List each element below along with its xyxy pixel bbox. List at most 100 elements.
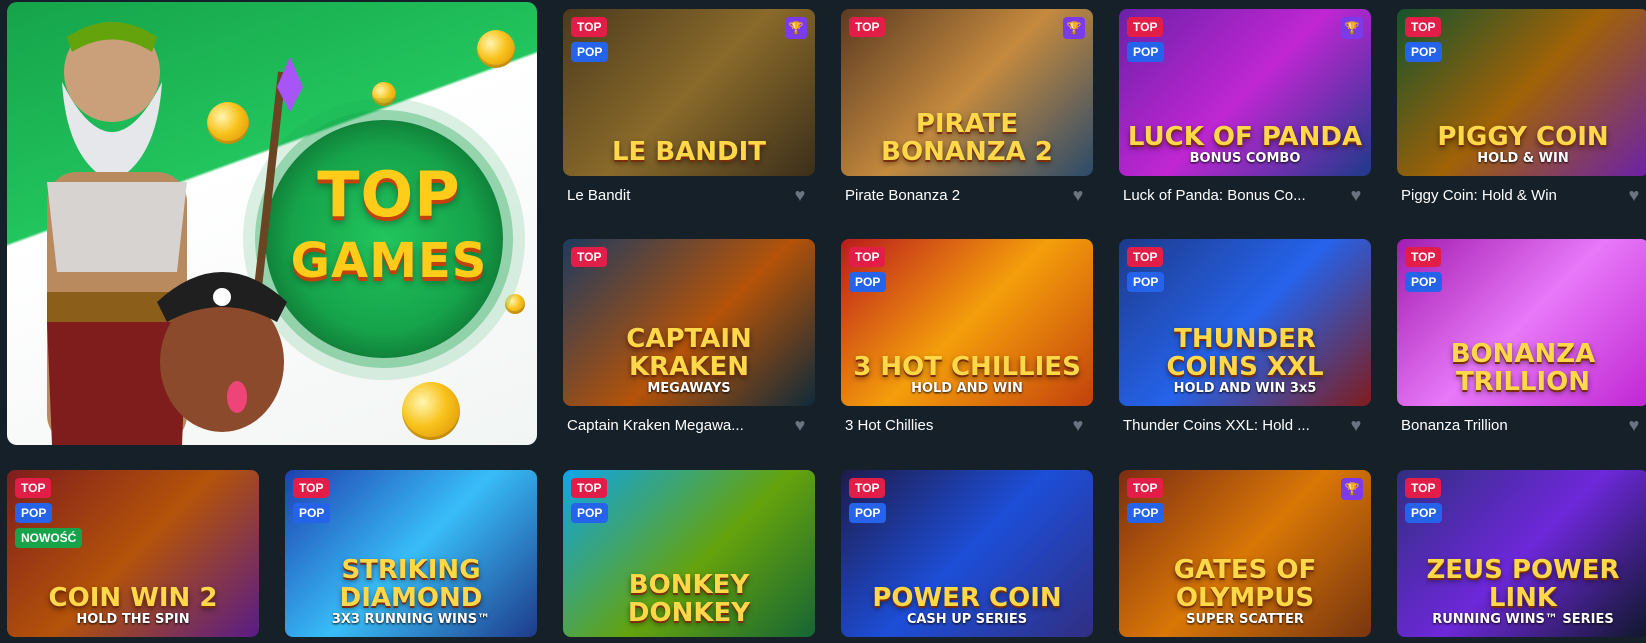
badge-pop: POP: [571, 42, 609, 62]
game-card[interactable]: COIN WIN 2 HOLD THE SPIN TOP POP NOWOŚĆ: [7, 470, 259, 637]
game-art-title: PIGGY COIN HOLD & WIN: [1403, 123, 1643, 166]
game-thumbnail[interactable]: POWER COIN CASH UP SERIES TOP POP: [841, 470, 1093, 637]
game-art-title-text: LUCK OF PANDA: [1127, 122, 1363, 152]
heart-icon[interactable]: ♥: [1067, 184, 1089, 206]
game-card[interactable]: 3 HOT CHILLIES HOLD AND WIN TOP POP 3 Hot Ch…: [841, 239, 1093, 446]
game-art-title-text: CAPTAIN KRAKEN: [626, 324, 752, 382]
game-card[interactable]: LE BANDIT TOP POP 🏆 Le Bandit ♥: [563, 9, 815, 216]
game-art-subtitle: RUNNING WINS™ SERIES: [1432, 612, 1614, 627]
game-art-subtitle: HOLD & WIN: [1477, 151, 1569, 166]
badge-pop: POP: [1127, 42, 1165, 62]
game-thumbnail[interactable]: STRIKING DIAMOND 3X3 RUNNING WINS™ TOP POP: [285, 470, 537, 637]
game-thumbnail[interactable]: PIRATE BONANZA 2 TOP 🏆: [841, 9, 1093, 176]
game-art-title: ZEUS POWER LINK RUNNING WINS™ SERIES: [1403, 556, 1643, 627]
game-name[interactable]: Captain Kraken Megawa...: [567, 417, 777, 434]
coin-decoration: [477, 30, 515, 68]
heart-icon[interactable]: ♥: [789, 414, 811, 436]
game-thumbnail[interactable]: COIN WIN 2 HOLD THE SPIN TOP POP NOWOŚĆ: [7, 470, 259, 637]
game-art-title-text: LE BANDIT: [611, 137, 767, 167]
game-name[interactable]: 3 Hot Chillies: [845, 417, 1055, 434]
heart-icon[interactable]: ♥: [789, 184, 811, 206]
game-art-title-text: PIRATE BONANZA 2: [881, 109, 1053, 167]
heart-icon[interactable]: ♥: [1623, 184, 1645, 206]
game-art-title: BONKEY DONKEY: [569, 571, 809, 627]
badge-top: TOP: [849, 17, 886, 37]
heart-icon[interactable]: ♥: [1345, 184, 1367, 206]
game-name[interactable]: Le Bandit: [567, 187, 777, 204]
badge-new: NOWOŚĆ: [15, 528, 83, 548]
badge-pop: POP: [849, 503, 887, 523]
game-card[interactable]: STRIKING DIAMOND 3X3 RUNNING WINS™ TOP POP: [285, 470, 537, 637]
game-art-title-text: ZEUS POWER LINK: [1426, 555, 1620, 613]
game-art-title: COIN WIN 2 HOLD THE SPIN: [13, 584, 253, 627]
badge-top: TOP: [1405, 17, 1442, 37]
game-art-subtitle: HOLD AND WIN 3x5: [1173, 381, 1317, 396]
badge-top: TOP: [1127, 247, 1164, 267]
game-art-title-text: GATES OF OLYMPUS: [1173, 555, 1317, 613]
badge-pop: POP: [571, 503, 609, 523]
game-art-title: 3 HOT CHILLIES HOLD AND WIN: [847, 353, 1087, 396]
trophy-icon: 🏆: [785, 17, 807, 39]
game-thumbnail[interactable]: PIGGY COIN HOLD & WIN TOP POP: [1397, 9, 1646, 176]
game-meta: Luck of Panda: Bonus Co... ♥: [1119, 176, 1371, 216]
game-card[interactable]: GATES OF OLYMPUS SUPER SCATTER TOP POP 🏆: [1119, 470, 1371, 637]
heart-icon[interactable]: ♥: [1067, 414, 1089, 436]
game-name[interactable]: Thunder Coins XXL: Hold ...: [1123, 417, 1333, 434]
game-card[interactable]: BONKEY DONKEY TOP POP: [563, 470, 815, 637]
badge-pop: POP: [1405, 503, 1443, 523]
game-card[interactable]: CAPTAIN KRAKEN MEGAWAYS TOP Captain Kraken …: [563, 239, 815, 446]
badge-pop: POP: [293, 503, 331, 523]
top-games-banner[interactable]: TOP GAMES: [7, 2, 537, 445]
game-card[interactable]: POWER COIN CASH UP SERIES TOP POP: [841, 470, 1093, 637]
game-card[interactable]: ZEUS POWER LINK RUNNING WINS™ SERIES TOP PO…: [1397, 470, 1646, 637]
coin-decoration: [505, 294, 525, 314]
game-art-title-text: POWER COIN: [872, 583, 1062, 613]
game-art-title: CAPTAIN KRAKEN MEGAWAYS: [569, 325, 809, 396]
game-meta: Piggy Coin: Hold & Win ♥: [1397, 176, 1646, 216]
game-art-title-text: THUNDER COINS XXL: [1166, 324, 1324, 382]
game-card[interactable]: LUCK OF PANDA BONUS COMBO TOP POP 🏆 Luck of P…: [1119, 9, 1371, 216]
game-thumbnail[interactable]: CAPTAIN KRAKEN MEGAWAYS TOP: [563, 239, 815, 406]
game-card[interactable]: PIGGY COIN HOLD & WIN TOP POP Piggy Coin: Ho…: [1397, 9, 1646, 216]
game-name[interactable]: Pirate Bonanza 2: [845, 187, 1055, 204]
zeus-illustration: [47, 22, 303, 445]
game-card[interactable]: THUNDER COINS XXL HOLD AND WIN 3x5 TOP POP T…: [1119, 239, 1371, 446]
game-card[interactable]: PIRATE BONANZA 2 TOP 🏆 Pirate Bonanza 2 ♥: [841, 9, 1093, 216]
game-thumbnail[interactable]: BONKEY DONKEY TOP POP: [563, 470, 815, 637]
game-thumbnail[interactable]: LUCK OF PANDA BONUS COMBO TOP POP 🏆: [1119, 9, 1371, 176]
game-art-title: POWER COIN CASH UP SERIES: [847, 584, 1087, 627]
game-thumbnail[interactable]: GATES OF OLYMPUS SUPER SCATTER TOP POP 🏆: [1119, 470, 1371, 637]
game-card[interactable]: BONANZA TRILLION TOP POP Bonanza Trillion ♥: [1397, 239, 1646, 446]
game-thumbnail[interactable]: 3 HOT CHILLIES HOLD AND WIN TOP POP: [841, 239, 1093, 406]
game-art-subtitle: HOLD AND WIN: [911, 381, 1023, 396]
badge-top: TOP: [1405, 478, 1442, 498]
badge-top: TOP: [849, 478, 886, 498]
game-art-title: THUNDER COINS XXL HOLD AND WIN 3x5: [1125, 325, 1365, 396]
game-art-subtitle: MEGAWAYS: [647, 381, 731, 396]
badge-pop: POP: [1405, 42, 1443, 62]
heart-icon[interactable]: ♥: [1345, 414, 1367, 436]
game-thumbnail[interactable]: ZEUS POWER LINK RUNNING WINS™ SERIES TOP PO…: [1397, 470, 1646, 637]
game-thumbnail[interactable]: THUNDER COINS XXL HOLD AND WIN 3x5 TOP POP: [1119, 239, 1371, 406]
game-art-title-text: PIGGY COIN: [1437, 122, 1609, 152]
badge-top: TOP: [293, 478, 330, 498]
game-name[interactable]: Luck of Panda: Bonus Co...: [1123, 187, 1333, 204]
badge-top: TOP: [1405, 247, 1442, 267]
badge-top: TOP: [571, 478, 608, 498]
badge-top: TOP: [571, 17, 608, 37]
game-art-subtitle: BONUS COMBO: [1189, 151, 1301, 166]
game-name[interactable]: Piggy Coin: Hold & Win: [1401, 187, 1611, 204]
game-thumbnail[interactable]: LE BANDIT TOP POP 🏆: [563, 9, 815, 176]
game-art-title-text: BONANZA TRILLION: [1450, 339, 1596, 397]
game-thumbnail[interactable]: BONANZA TRILLION TOP POP: [1397, 239, 1646, 406]
heart-icon[interactable]: ♥: [1623, 414, 1645, 436]
game-meta: Captain Kraken Megawa... ♥: [563, 406, 815, 446]
game-art-title-text: COIN WIN 2: [48, 583, 218, 613]
badge-top: TOP: [1127, 478, 1164, 498]
game-name[interactable]: Bonanza Trillion: [1401, 417, 1611, 434]
badge-pop: POP: [1127, 503, 1165, 523]
banner-title: TOP GAMES: [289, 162, 489, 294]
badge-pop: POP: [1127, 272, 1165, 292]
badge-top: TOP: [15, 478, 52, 498]
game-meta: 3 Hot Chillies ♥: [841, 406, 1093, 446]
